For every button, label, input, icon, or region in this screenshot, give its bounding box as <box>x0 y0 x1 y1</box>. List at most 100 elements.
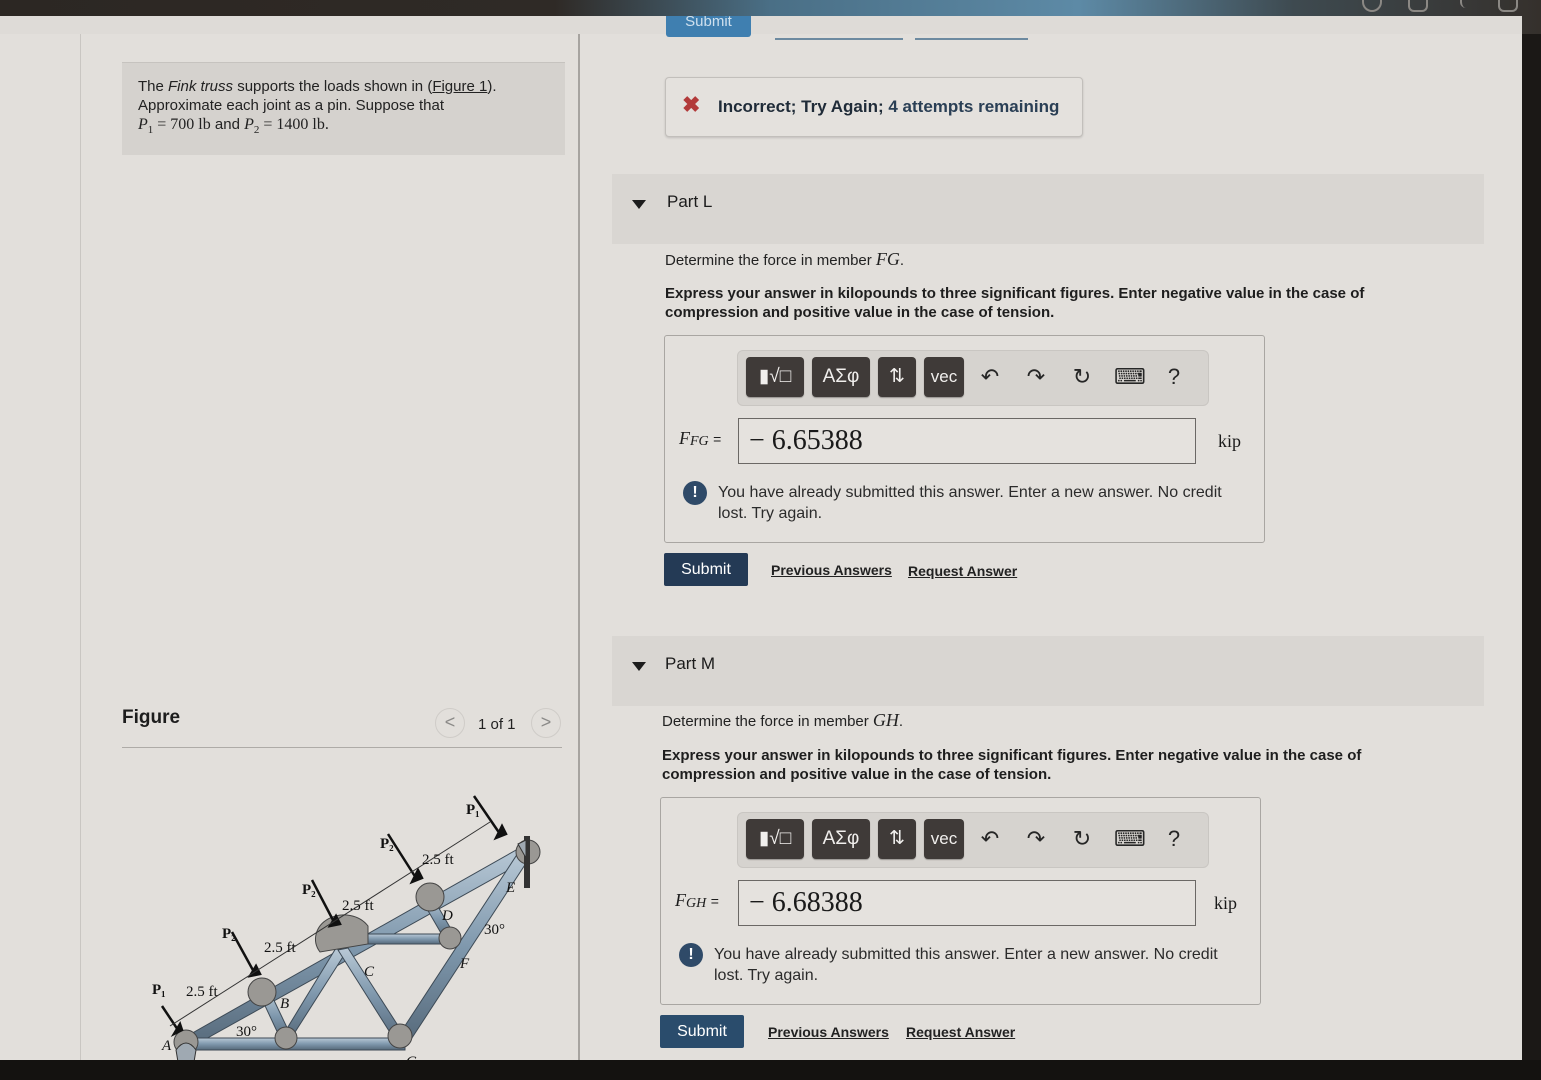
templates-icon: ▮√□ <box>758 828 792 849</box>
part-m-request-answer-link[interactable]: Request Answer <box>906 1024 1015 1040</box>
label-angle-A: 30° <box>236 1024 257 1040</box>
reset-icon[interactable]: ↻ <box>1068 823 1096 855</box>
templates-icon: ▮√□ <box>758 366 792 387</box>
feedback-message: Incorrect; Try Again; 4 attempts remaini… <box>718 97 1060 116</box>
part-l-previous-answers-link[interactable]: Previous Answers <box>771 562 892 578</box>
keyboard-icon[interactable]: ⌨ <box>1114 361 1146 393</box>
member-name: GH <box>872 710 899 730</box>
label-E: E <box>505 880 515 896</box>
part-l-header[interactable]: Part L <box>612 174 1484 244</box>
previous-submit-button[interactable]: Submit <box>666 16 751 37</box>
problem-text: supports the loads shown in ( <box>233 78 433 95</box>
attempts-remaining: 4 attempts remaining <box>888 97 1060 116</box>
problem-text: The <box>138 78 169 95</box>
unit-label: kip <box>1218 431 1242 451</box>
joint-F <box>438 926 462 950</box>
part-l-request-answer-link[interactable]: Request Answer <box>908 563 1017 579</box>
label-P2-3: P₂ <box>380 836 394 852</box>
part-m-answer-box: ▮√□ ΑΣφ ⇅ vec ↶ ↷ ↻ ⌨ ? FGH = − 6.68388 … <box>660 797 1261 1005</box>
label-P1-right: P₁ <box>466 802 480 818</box>
part-m-submit-button[interactable]: Submit <box>660 1015 744 1048</box>
label-dim-4: 2.5 ft <box>422 852 454 868</box>
undo-icon[interactable]: ↶ <box>976 361 1004 393</box>
p1-value: = 700 lb <box>153 116 211 133</box>
p1-symbol: P1 <box>138 116 154 137</box>
joint-G <box>387 1023 413 1049</box>
problem-line-3: P1 = 700 lb and P2 = 1400 lb. <box>138 115 549 140</box>
label-D: D <box>441 908 453 924</box>
figure-divider <box>122 747 562 748</box>
part-m-header[interactable]: Part M <box>612 636 1484 706</box>
greek-symbols-button[interactable]: ΑΣφ <box>812 357 870 397</box>
shield-icon[interactable] <box>1362 0 1382 12</box>
share-icon[interactable] <box>1408 0 1428 12</box>
request-answer-link-cutoff[interactable] <box>915 38 1028 40</box>
truss-name: Fink truss <box>168 78 234 95</box>
subscript-superscript-button[interactable]: ⇅ <box>878 819 916 859</box>
help-icon[interactable]: ? <box>1160 823 1188 855</box>
redo-icon[interactable]: ↷ <box>1022 361 1050 393</box>
label-A: A <box>161 1038 172 1054</box>
exclamation-icon: ! <box>679 943 703 967</box>
variable-label: FGH = <box>675 890 719 911</box>
joint-D <box>415 882 445 912</box>
fink-truss-figure: P₁ P₂ P₂ P₂ P₁ 2.5 ft 2.5 ft 2.5 ft 2.5 … <box>152 795 541 1062</box>
problem-line-2: Approximate each joint as a pin. Suppose… <box>138 97 445 114</box>
column-divider[interactable] <box>578 34 580 1062</box>
label-dim-3: 2.5 ft <box>342 898 374 914</box>
exclamation-icon: ! <box>683 481 707 505</box>
answer-input[interactable]: − 6.65388 <box>738 418 1196 464</box>
vector-button[interactable]: vec <box>924 357 964 397</box>
templates-button[interactable]: ▮√□ <box>746 819 804 859</box>
label-C: C <box>364 964 375 980</box>
problem-text: and <box>210 116 245 133</box>
reset-icon[interactable]: ↻ <box>1068 361 1096 393</box>
undo-icon[interactable]: ↶ <box>976 823 1004 855</box>
part-l-instructions: Express your answer in kilopounds to thr… <box>665 285 1365 321</box>
label-angle-E: 30° <box>484 922 505 938</box>
page-viewport: The Fink truss supports the loads shown … <box>0 16 1522 1062</box>
part-m-previous-answers-link[interactable]: Previous Answers <box>768 1024 889 1040</box>
member-name: FG <box>875 249 900 269</box>
greek-symbols-button[interactable]: ΑΣφ <box>812 819 870 859</box>
chevron-right-icon: > <box>540 712 552 732</box>
part-m-instructions: Express your answer in kilopounds to thr… <box>662 747 1362 783</box>
collapse-triangle-icon[interactable] <box>632 200 646 209</box>
part-l-title: Part L <box>667 192 713 211</box>
figure-link[interactable]: Figure 1 <box>432 78 487 95</box>
math-toolbar: ▮√□ ΑΣφ ⇅ vec ↶ ↷ ↻ ⌨ ? <box>737 812 1209 868</box>
label-F: F <box>459 956 470 972</box>
answer-input[interactable]: − 6.68388 <box>738 880 1196 926</box>
already-submitted-notice: You have already submitted this answer. … <box>718 484 1222 522</box>
label-P2-2: P₂ <box>302 882 316 898</box>
collapse-triangle-icon[interactable] <box>632 662 646 671</box>
variable-label: FFG = <box>679 428 722 449</box>
up-down-arrows-icon: ⇅ <box>889 366 905 387</box>
templates-button[interactable]: ▮√□ <box>746 357 804 397</box>
part-l-submit-button[interactable]: Submit <box>664 553 748 586</box>
part-l-question: Determine the force in member FG. <box>665 249 905 269</box>
math-toolbar: ▮√□ ΑΣφ ⇅ vec ↶ ↷ ↻ ⌨ ? <box>737 350 1209 406</box>
add-tab-icon[interactable] <box>1460 0 1474 8</box>
member-AE <box>179 844 533 1051</box>
problem-line-1: The Fink truss supports the loads shown … <box>138 77 549 96</box>
subscript-superscript-button[interactable]: ⇅ <box>878 357 916 397</box>
part-l-answer-box: ▮√□ ΑΣφ ⇅ vec ↶ ↷ ↻ ⌨ ? FFG = − 6.65388 … <box>664 335 1265 543</box>
truss-members <box>179 844 533 1051</box>
unit-label: kip <box>1214 893 1238 913</box>
help-icon[interactable]: ? <box>1160 361 1188 393</box>
vector-button[interactable]: vec <box>924 819 964 859</box>
joint-H <box>274 1026 298 1050</box>
figure-counter: 1 of 1 <box>478 716 516 733</box>
figure-prev-button[interactable]: < <box>435 708 465 738</box>
keyboard-icon[interactable]: ⌨ <box>1114 823 1146 855</box>
p2-symbol: P2 <box>244 116 260 137</box>
figure-next-button[interactable]: > <box>531 708 561 738</box>
tabs-icon[interactable] <box>1498 0 1518 12</box>
previous-answers-link-cutoff[interactable] <box>775 38 903 40</box>
figure-title: Figure <box>122 707 181 728</box>
label-P1-left: P₁ <box>152 982 166 998</box>
page-content: The Fink truss supports the loads shown … <box>0 16 1522 1062</box>
incorrect-x-icon: ✖ <box>682 92 701 117</box>
redo-icon[interactable]: ↷ <box>1022 823 1050 855</box>
